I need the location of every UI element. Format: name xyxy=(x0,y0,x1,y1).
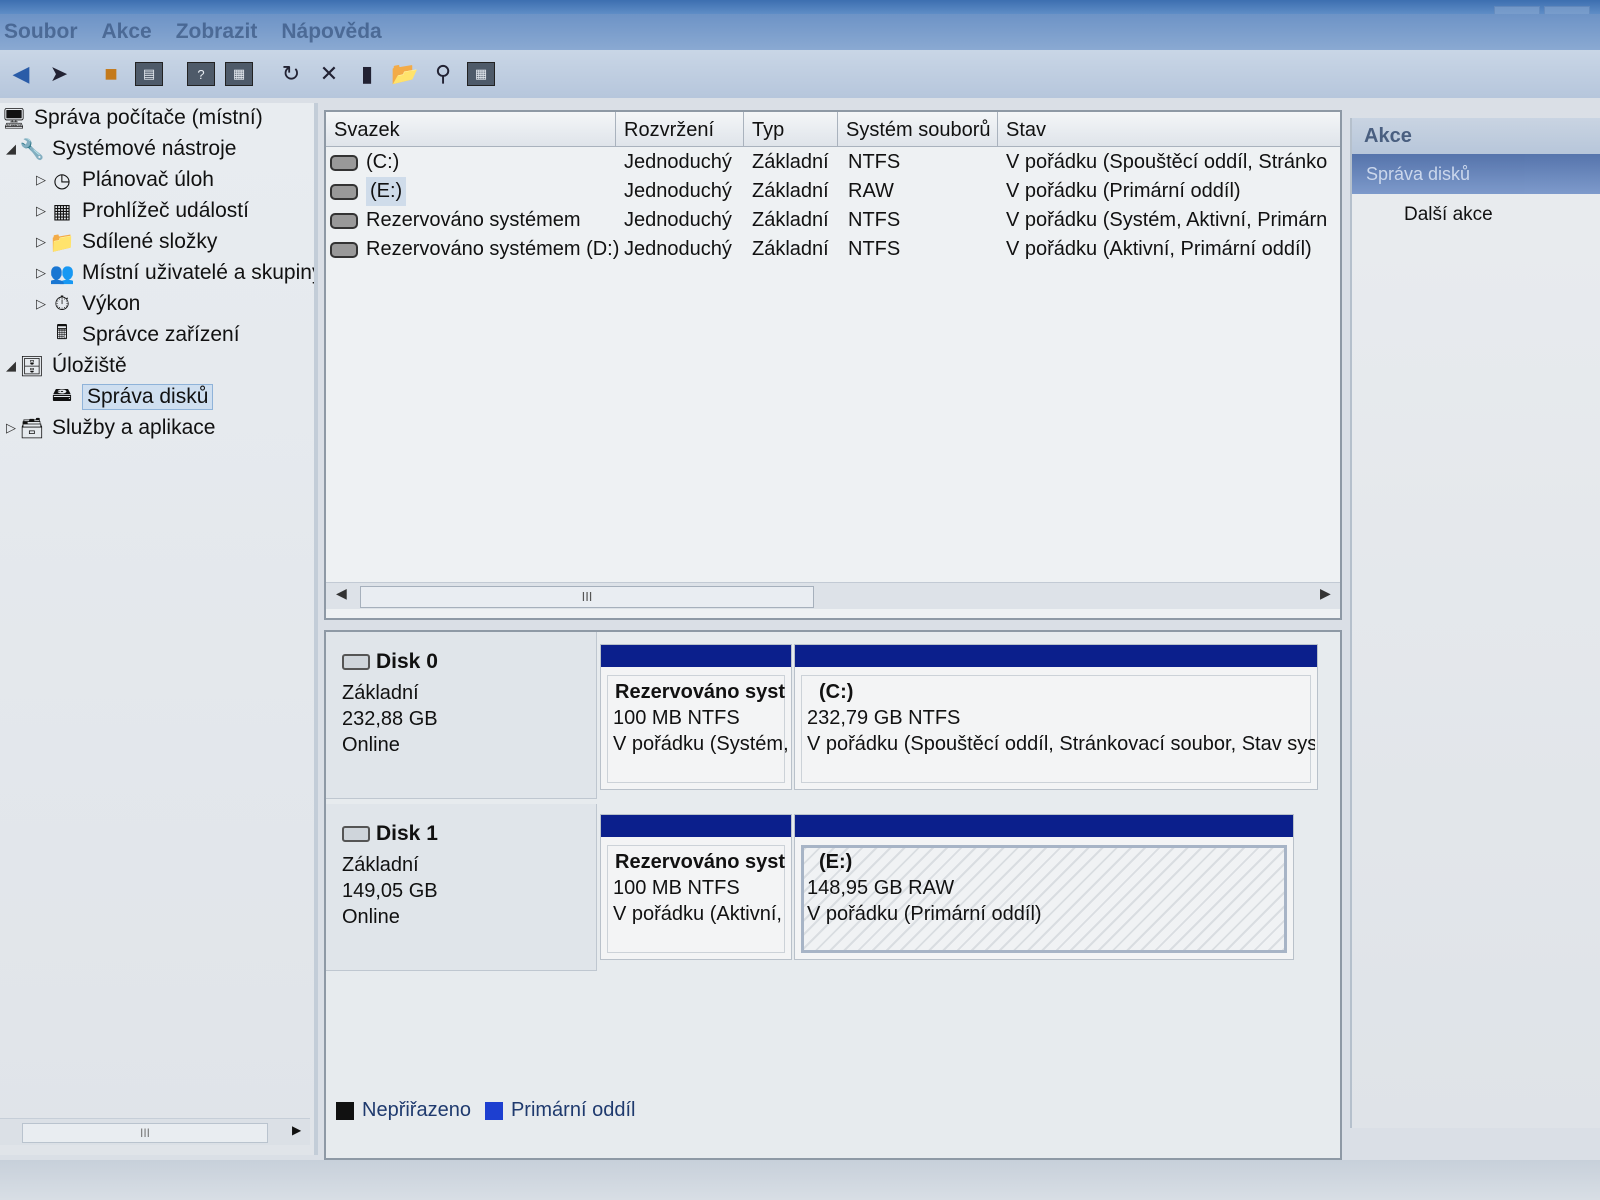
actions-pane: Akce Správa disků Další akce xyxy=(1350,118,1600,1128)
drive-icon xyxy=(330,154,358,171)
partition-disk1-reserved[interactable]: Rezervováno syst 100 MB NTFS V pořádku (… xyxy=(600,814,792,960)
scroll-right-arrow-icon[interactable]: ▶ xyxy=(1320,585,1331,602)
actions-header: Akce xyxy=(1352,118,1600,154)
actions-selected-item[interactable]: Správa disků xyxy=(1352,154,1600,194)
volume-list: Svazek Rozvržení Typ Systém souborů Stav… xyxy=(324,110,1342,620)
disk-size: 232,88 GB xyxy=(342,708,438,730)
disk-0-info[interactable]: Disk 0 Základní 232,88 GB Online xyxy=(326,632,597,799)
disk-title: Disk 1 xyxy=(376,822,438,845)
show-hide-tree-icon[interactable]: ▤ xyxy=(134,59,164,89)
refresh-icon[interactable]: ↻ xyxy=(276,59,306,89)
forward-arrow-icon[interactable]: ➤ xyxy=(44,59,74,89)
partition-disk0-reserved[interactable]: Rezervováno syst 100 MB NTFS V pořádku (… xyxy=(600,644,792,790)
tree-shared-folders[interactable]: ▷ 📁 Sdílené složky xyxy=(34,227,217,257)
properties-icon[interactable]: ▮ xyxy=(352,59,382,89)
column-type[interactable]: Typ xyxy=(744,112,838,146)
collapsed-icon[interactable]: ▷ xyxy=(34,296,48,312)
disk-type: Základní xyxy=(342,854,419,876)
settings-icon[interactable]: ▦ xyxy=(466,59,496,89)
toolbar: ◀ ➤ ■ ▤ ? ▦ ↻ ✕ ▮ 📂 ⚲ ▦ xyxy=(0,50,1600,98)
disk-1-info[interactable]: Disk 1 Základní 149,05 GB Online xyxy=(326,804,597,971)
collapsed-icon[interactable]: ▷ xyxy=(34,172,48,188)
tree-device-manager[interactable]: 🖩 Správce zařízení xyxy=(48,320,240,350)
title-bar xyxy=(0,0,1600,30)
disk-icon xyxy=(342,654,370,670)
legend-primary: Primární oddíl xyxy=(510,1099,636,1121)
volume-list-scrollbar[interactable]: ◀ III ▶ xyxy=(326,582,1340,609)
more-actions-link[interactable]: Další akce xyxy=(1352,194,1600,226)
tree-storage[interactable]: ◢ 🗄 Úložiště xyxy=(4,351,127,381)
scroll-right-arrow-icon[interactable]: ▶ xyxy=(292,1123,301,1137)
disk-type: Základní xyxy=(342,682,419,704)
open-folder-icon[interactable]: 📂 xyxy=(390,59,420,89)
legend-unallocated: Nepřiřazeno xyxy=(362,1099,471,1121)
table-row[interactable]: Rezervováno systémem (D:) Jednoduchý Zák… xyxy=(326,235,1340,264)
legend-primary-swatch xyxy=(484,1101,503,1120)
help-icon[interactable]: ? xyxy=(186,59,216,89)
legend-unallocated-swatch xyxy=(336,1101,354,1120)
menu-file[interactable]: Soubor xyxy=(4,20,78,44)
disk-state: Online xyxy=(342,906,400,928)
tree-disk-management[interactable]: 🖴 Správa disků xyxy=(48,382,214,412)
scroll-left-arrow-icon[interactable]: ◀ xyxy=(336,585,347,602)
tree-root[interactable]: 🖥 Správa počítače (místní) xyxy=(0,103,262,133)
scroll-thumb[interactable]: III xyxy=(360,586,814,608)
disk-title: Disk 0 xyxy=(376,650,438,673)
navigation-tree: 🖥 Správa počítače (místní) ◢ 🔧 Systémové… xyxy=(0,103,318,1155)
scroll-thumb[interactable]: III xyxy=(22,1123,268,1143)
disk-management-icon: 🖴 xyxy=(51,384,73,406)
shared-folder-icon: 📁 xyxy=(49,231,75,254)
menu-help[interactable]: Nápověda xyxy=(281,20,381,44)
drive-icon xyxy=(330,183,358,200)
status-bar xyxy=(0,1160,1600,1200)
collapsed-icon[interactable]: ▷ xyxy=(34,234,48,250)
collapsed-icon[interactable]: ▷ xyxy=(34,203,48,219)
drive-icon xyxy=(330,212,358,229)
drive-icon xyxy=(330,241,358,258)
column-volume[interactable]: Svazek xyxy=(326,112,616,146)
menu-view[interactable]: Zobrazit xyxy=(176,20,258,44)
column-layout[interactable]: Rozvržení xyxy=(616,112,744,146)
console-view-icon[interactable]: ▦ xyxy=(224,59,254,89)
collapsed-icon[interactable]: ▷ xyxy=(34,265,48,281)
collapsed-icon[interactable]: ▷ xyxy=(4,420,18,436)
expanded-icon[interactable]: ◢ xyxy=(4,358,18,374)
menu-action[interactable]: Akce xyxy=(102,20,152,44)
tools-icon: 🔧 xyxy=(19,138,45,161)
device-manager-icon: 🖩 xyxy=(56,322,68,344)
partition-disk1-e[interactable]: (E:) 148,95 GB RAW V pořádku (Primární o… xyxy=(794,814,1294,960)
disk-icon xyxy=(342,826,370,842)
tree-task-scheduler[interactable]: ▷ ◷ Plánovač úloh xyxy=(34,165,214,195)
storage-icon: 🗄 xyxy=(19,355,45,378)
users-icon: 👥 xyxy=(49,262,75,285)
clock-icon: ◷ xyxy=(53,169,71,192)
expanded-icon[interactable]: ◢ xyxy=(4,141,18,157)
disk-size: 149,05 GB xyxy=(342,880,438,902)
back-arrow-icon[interactable]: ◀ xyxy=(6,59,36,89)
table-row[interactable]: (E:) Jednoduchý Základní RAW V pořádku (… xyxy=(326,177,1340,206)
tree-horizontal-scrollbar[interactable]: III ▶ xyxy=(0,1118,310,1145)
disk-state: Online xyxy=(342,734,400,756)
column-filesystem[interactable]: Systém souborů xyxy=(838,112,998,146)
volume-list-header: Svazek Rozvržení Typ Systém souborů Stav xyxy=(326,112,1340,147)
partition-disk0-c[interactable]: (C:) 232,79 GB NTFS V pořádku (Spouštěcí… xyxy=(794,644,1318,790)
tree-local-users[interactable]: ▷ 👥 Místní uživatelé a skupiny xyxy=(34,258,314,288)
tree-services-apps[interactable]: ▷ 🗃 Služby a aplikace xyxy=(4,413,215,443)
up-folder-icon[interactable]: ■ xyxy=(96,59,126,89)
tree-performance[interactable]: ▷ ⏱ Výkon xyxy=(34,289,140,319)
computer-management-icon: 🖥 xyxy=(1,107,27,130)
search-icon[interactable]: ⚲ xyxy=(428,59,458,89)
disk-view: Disk 0 Základní 232,88 GB Online Rezervo… xyxy=(324,630,1342,1160)
tree-event-viewer[interactable]: ▷ ▦ Prohlížeč událostí xyxy=(34,196,249,226)
delete-icon[interactable]: ✕ xyxy=(314,59,344,89)
services-icon: 🗃 xyxy=(19,417,45,440)
table-row[interactable]: (C:) Jednoduchý Základní NTFS V pořádku … xyxy=(326,148,1340,177)
event-log-icon: ▦ xyxy=(52,200,72,223)
tree-system-tools[interactable]: ◢ 🔧 Systémové nástroje xyxy=(4,134,236,164)
table-row[interactable]: Rezervováno systémem Jednoduchý Základní… xyxy=(326,206,1340,235)
menu-bar: Soubor Akce Zobrazit Nápověda xyxy=(0,14,1600,50)
column-status[interactable]: Stav xyxy=(998,112,1340,146)
legend: Nepřiřazeno Primární oddíl xyxy=(336,1099,635,1122)
performance-gauge-icon: ⏱ xyxy=(54,292,70,315)
